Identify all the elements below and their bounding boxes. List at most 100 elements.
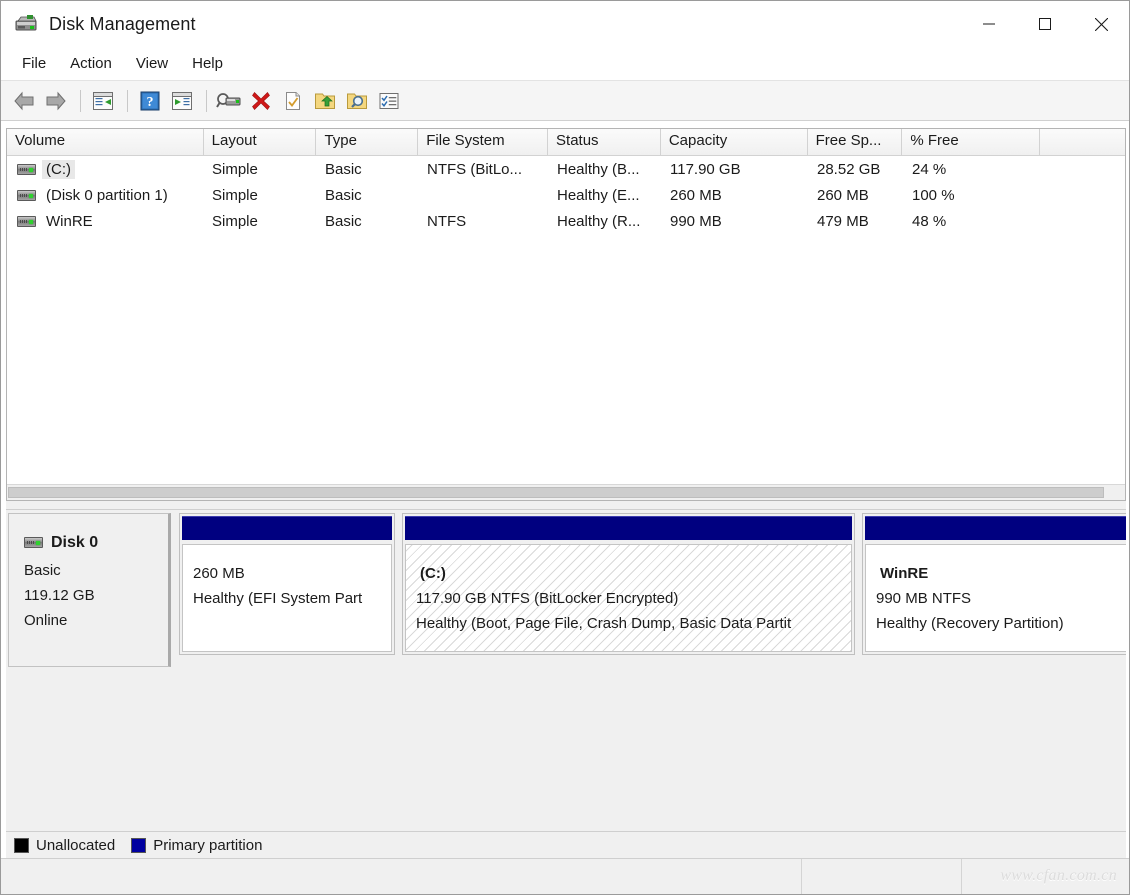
column-header-free-space[interactable]: Free Sp... — [807, 129, 903, 155]
cell-percent-free: 48 % — [912, 212, 947, 230]
export-list-icon[interactable] — [310, 86, 340, 116]
status-bar-divider — [801, 859, 802, 894]
column-header-layout[interactable]: Layout — [203, 129, 317, 155]
watermark: www.cfan.com.cn — [1000, 867, 1117, 884]
legend-label: Primary partition — [153, 837, 263, 854]
disk-type: Basic — [24, 562, 61, 579]
find-icon[interactable] — [342, 86, 372, 116]
legend-item-unallocated: Unallocated — [14, 837, 115, 854]
cell-capacity: 990 MB — [670, 212, 722, 230]
column-header-status[interactable]: Status — [548, 129, 661, 155]
status-bar: www.cfan.com.cn — [1, 858, 1129, 894]
disk-name: Disk 0 — [51, 534, 99, 551]
cell-status: Healthy (E... — [557, 186, 640, 204]
volume-list-horizontal-scrollbar[interactable] — [7, 484, 1125, 500]
show-hide-action-pane-icon[interactable] — [167, 86, 197, 116]
cell-file-system: NTFS — [427, 212, 467, 230]
column-header-volume[interactable]: Volume — [7, 129, 204, 155]
partition-c[interactable]: (C:) 117.90 GB NTFS (BitLocker Encrypted… — [402, 513, 855, 655]
cell-percent-free: 24 % — [912, 160, 947, 178]
cell-type: Basic — [325, 186, 362, 204]
toolbar-separator — [206, 89, 207, 112]
partition-size-fs: 260 MB — [193, 565, 245, 582]
legend-swatch-primary-partition — [131, 838, 147, 853]
title-bar: Disk Management — [1, 1, 1129, 47]
partition-color-bar — [865, 516, 1126, 540]
partition-size-fs: 990 MB NTFS — [876, 590, 972, 607]
cell-type: Basic — [325, 212, 362, 230]
partition-winre[interactable]: WinRE 990 MB NTFS Healthy (Recovery Part… — [862, 513, 1126, 655]
help-icon[interactable]: ? — [135, 86, 165, 116]
cell-file-system: NTFS (BitLo... — [427, 160, 523, 178]
legend-item-primary-partition: Primary partition — [131, 837, 262, 854]
partition-status: Healthy (Boot, Page File, Crash Dump, Ba… — [416, 615, 792, 632]
disk-management-window: Disk Management File Action View Help ? … — [0, 0, 1130, 895]
partition-name: (C:) — [420, 565, 446, 582]
partition-details: 260 MB Healthy (EFI System Part — [182, 544, 392, 652]
table-row[interactable]: WinRE Simple Basic NTFS Healthy (R... 99… — [7, 208, 1125, 234]
toolbar: ? — [1, 81, 1129, 121]
partition-status: Healthy (Recovery Partition) — [876, 615, 1064, 632]
partition-strip: 260 MB Healthy (EFI System Part (C:) 117… — [171, 513, 1126, 667]
show-hide-console-tree-icon[interactable] — [88, 86, 118, 116]
cell-capacity: 260 MB — [670, 186, 722, 204]
volume-list-pane: Volume Layout Type File System Status Ca… — [6, 128, 1126, 501]
menu-help[interactable]: Help — [181, 51, 234, 76]
partition-size-fs: 117.90 GB NTFS (BitLocker Encrypted) — [416, 590, 679, 607]
task-list-icon[interactable] — [374, 86, 404, 116]
volume-name: (Disk 0 partition 1) — [46, 186, 168, 204]
column-header-file-system[interactable]: File System — [418, 129, 549, 155]
volume-drive-icon — [17, 163, 36, 175]
partition-details: (C:) 117.90 GB NTFS (BitLocker Encrypted… — [405, 544, 852, 652]
partition-efi[interactable]: 260 MB Healthy (EFI System Part — [179, 513, 395, 655]
legend: Unallocated Primary partition — [6, 831, 1126, 859]
close-button[interactable] — [1073, 1, 1129, 47]
pane-splitter[interactable] — [6, 501, 1126, 509]
properties-icon[interactable] — [278, 86, 308, 116]
graphical-disk-view: Disk 0 Basic 119.12 GB Online 260 MB Hea… — [6, 509, 1126, 831]
forward-arrow-icon[interactable] — [41, 86, 71, 116]
disk-drive-icon — [24, 537, 43, 548]
rescan-disks-icon[interactable] — [214, 86, 244, 116]
menu-view[interactable]: View — [125, 51, 179, 76]
volume-name: WinRE — [46, 212, 93, 230]
status-bar-divider — [961, 859, 962, 894]
partition-color-bar — [182, 516, 392, 540]
partition-name: WinRE — [880, 565, 929, 582]
cell-type: Basic — [325, 160, 362, 178]
toolbar-separator — [80, 89, 81, 112]
cell-free-space: 28.52 GB — [817, 160, 881, 178]
cell-capacity: 117.90 GB — [670, 160, 741, 178]
column-header-type[interactable]: Type — [316, 129, 419, 155]
legend-swatch-unallocated — [14, 838, 29, 853]
back-arrow-icon[interactable] — [9, 86, 39, 116]
volume-drive-icon — [17, 215, 36, 227]
disk-size: 119.12 GB — [24, 587, 95, 604]
cell-percent-free: 100 % — [912, 186, 955, 204]
legend-label: Unallocated — [36, 837, 116, 854]
minimize-button[interactable] — [961, 1, 1017, 47]
column-header-filler[interactable] — [1040, 129, 1125, 155]
cell-volume: (C:) — [7, 159, 204, 179]
column-header-percent-free[interactable]: % Free — [902, 129, 1041, 155]
menu-file[interactable]: File — [11, 51, 57, 76]
table-row[interactable]: (Disk 0 partition 1) Simple Basic Health… — [7, 182, 1125, 208]
cell-volume: (Disk 0 partition 1) — [7, 186, 204, 205]
maximize-button[interactable] — [1017, 1, 1073, 47]
partition-color-bar — [405, 516, 852, 540]
window-title: Disk Management — [49, 13, 196, 34]
cell-free-space: 479 MB — [817, 212, 869, 230]
menu-action[interactable]: Action — [59, 51, 123, 76]
scrollbar-thumb[interactable] — [8, 487, 1104, 498]
cell-layout: Simple — [212, 212, 258, 230]
cell-status: Healthy (R... — [557, 212, 641, 230]
delete-icon[interactable] — [246, 86, 276, 116]
partition-status: Healthy (EFI System Part — [193, 590, 363, 607]
table-row[interactable]: (C:) Simple Basic NTFS (BitLo... Healthy… — [7, 156, 1125, 182]
window-controls — [961, 1, 1129, 47]
disk-info-panel[interactable]: Disk 0 Basic 119.12 GB Online — [8, 513, 171, 667]
cell-layout: Simple — [212, 186, 258, 204]
column-header-capacity[interactable]: Capacity — [660, 129, 808, 155]
cell-free-space: 260 MB — [817, 186, 869, 204]
volume-drive-icon — [17, 189, 36, 201]
